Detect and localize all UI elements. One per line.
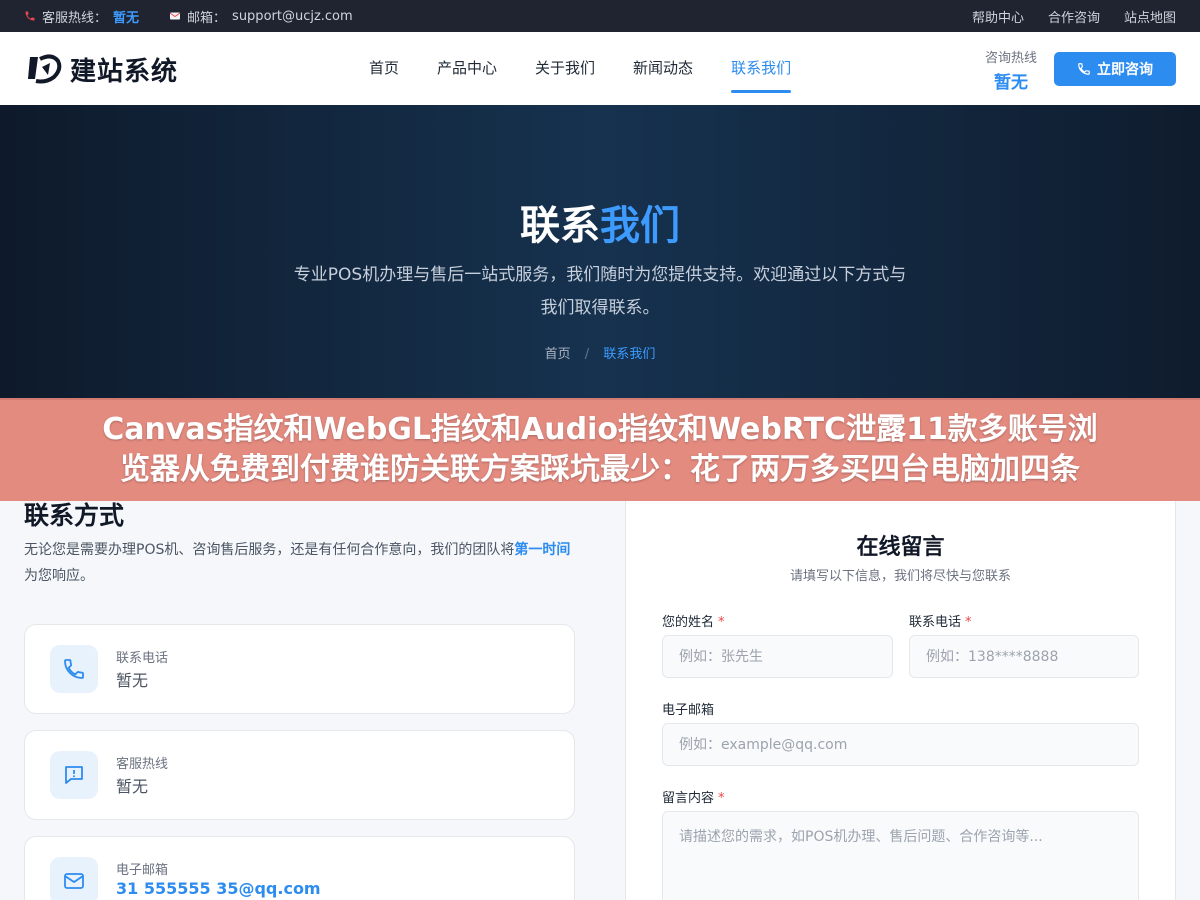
- logo-mark-icon: [28, 54, 62, 84]
- phone-icon: [1078, 63, 1090, 75]
- consult-button-label: 立即咨询: [1097, 62, 1153, 78]
- banner-line-2: 览器从免费到付费谁防关联方案踩坑最少：花了两万多买四台电脑加四条: [120, 452, 1080, 487]
- contact-card-value: 暂无: [116, 777, 149, 796]
- topbar-hotline-label: 客服热线：: [42, 10, 108, 26]
- logo-text: 建站系统: [70, 56, 179, 87]
- email-label: 电子邮箱: [662, 699, 714, 718]
- message-form: 在线留言 请填写以下信息，我们将尽快与您联系 您的姓名* 联系电话* 电子邮箱 …: [625, 490, 1176, 900]
- topbar-email-label: 邮箱：: [187, 10, 227, 26]
- mail-icon: [169, 12, 181, 20]
- contact-card-value[interactable]: 31 555555 35@qq.com: [116, 879, 321, 898]
- contact-desc-text-2: 为您响应。: [24, 568, 94, 584]
- logo[interactable]: 建站系统: [24, 49, 178, 89]
- chat-icon: [65, 766, 83, 784]
- breadcrumb-home[interactable]: 首页: [545, 347, 571, 362]
- name-input[interactable]: [662, 635, 893, 678]
- site-header: 建站系统 首页 产品中心 关于我们 新闻动态 联系我们 咨询热线 暂无 立即咨询: [0, 32, 1200, 105]
- contact-section-title: 联系方式: [24, 501, 125, 530]
- sitemap-link[interactable]: 站点地图: [1124, 7, 1176, 26]
- name-label: 您的姓名 *: [662, 611, 725, 630]
- name-label-text: 您的姓名: [662, 615, 715, 630]
- topbar-email-value[interactable]: support@ucjz.com: [232, 9, 353, 24]
- overlay-banner[interactable]: Canvas指纹和WebGL指纹和Audio指纹和WebRTC泄露11款多账号浏…: [0, 398, 1200, 501]
- email-input[interactable]: [662, 723, 1139, 766]
- breadcrumb-separator: /: [584, 347, 590, 362]
- topbar-email: 邮箱： support@ucjz.com: [169, 7, 353, 26]
- page-title: 联系我们: [0, 193, 1200, 251]
- email-label-text: 电子邮箱: [662, 703, 715, 718]
- nav-products[interactable]: 产品中心: [437, 32, 497, 105]
- required-mark: *: [718, 615, 725, 630]
- page-title-part1: 联系: [520, 203, 600, 249]
- contact-card-email: 电子邮箱 31 555555 35@qq.com: [24, 836, 575, 900]
- hero-description: 专业POS机办理与售后一站式服务，我们随时为您提供支持。欢迎通过以下方式与我们取…: [293, 265, 907, 318]
- phone-input[interactable]: [909, 635, 1139, 678]
- phone-icon: [25, 11, 35, 21]
- contact-desc-text-1: 无论您是需要办理POS机、咨询售后服务，还是有任何合作意向，我们的团队将: [24, 542, 515, 558]
- nav-news[interactable]: 新闻动态: [633, 32, 693, 105]
- contact-card-icon-box: [50, 751, 98, 799]
- main-nav: 首页 产品中心 关于我们 新闻动态 联系我们: [350, 32, 810, 105]
- header-hotline: 咨询热线 暂无: [985, 47, 1037, 93]
- topbar-hotline-value: 暂无: [113, 10, 140, 26]
- message-label-text: 留言内容: [662, 791, 715, 806]
- mail-icon: [64, 873, 84, 889]
- phone-icon: [64, 659, 84, 679]
- contact-card-phone: 联系电话 暂无: [24, 624, 575, 714]
- contact-desc-emphasis: 第一时间: [514, 542, 571, 558]
- message-textarea[interactable]: [662, 811, 1139, 900]
- cooperation-link[interactable]: 合作咨询: [1048, 7, 1100, 26]
- contact-card-label: 电子邮箱: [116, 863, 169, 878]
- breadcrumb-current: 联系我们: [603, 347, 656, 362]
- page-title-part2: 我们: [600, 203, 680, 249]
- contact-card-value: 暂无: [116, 671, 149, 690]
- nav-contact[interactable]: 联系我们: [731, 32, 792, 105]
- form-subtitle: 请填写以下信息，我们将尽快与您联系: [789, 569, 1011, 584]
- form-title: 在线留言: [856, 535, 945, 560]
- top-bar: 客服热线： 暂无 邮箱： support@ucjz.com 帮助中心 合作咨询 …: [0, 0, 1200, 32]
- contact-card-icon-box: [50, 857, 98, 900]
- required-mark: *: [965, 615, 972, 630]
- header-hotline-value: 暂无: [994, 73, 1028, 93]
- contact-card-icon-box: [50, 645, 98, 693]
- contact-card-hotline: 客服热线 暂无: [24, 730, 575, 820]
- help-center-link[interactable]: 帮助中心: [972, 7, 1024, 26]
- nav-about[interactable]: 关于我们: [535, 32, 595, 105]
- contact-description: 无论您是需要办理POS机、咨询售后服务，还是有任何合作意向，我们的团队将第一时间…: [24, 537, 572, 589]
- contact-card-label: 联系电话: [116, 651, 169, 666]
- phone-label-text: 联系电话: [909, 615, 962, 630]
- breadcrumb: 首页 / 联系我们: [0, 343, 1200, 362]
- contact-card-label: 客服热线: [116, 757, 169, 772]
- banner-line-1: Canvas指纹和WebGL指纹和Audio指纹和WebRTC泄露11款多账号浏: [102, 412, 1098, 447]
- topbar-hotline: 客服热线： 暂无: [24, 7, 139, 26]
- header-hotline-label: 咨询热线: [985, 51, 1038, 66]
- nav-home[interactable]: 首页: [369, 32, 399, 105]
- phone-label: 联系电话 *: [909, 611, 972, 630]
- message-label: 留言内容 *: [662, 787, 725, 806]
- hero-section: 联系我们 专业POS机办理与售后一站式服务，我们随时为您提供支持。欢迎通过以下方…: [0, 105, 1200, 400]
- consult-button[interactable]: 立即咨询: [1054, 52, 1176, 86]
- required-mark: *: [718, 791, 725, 806]
